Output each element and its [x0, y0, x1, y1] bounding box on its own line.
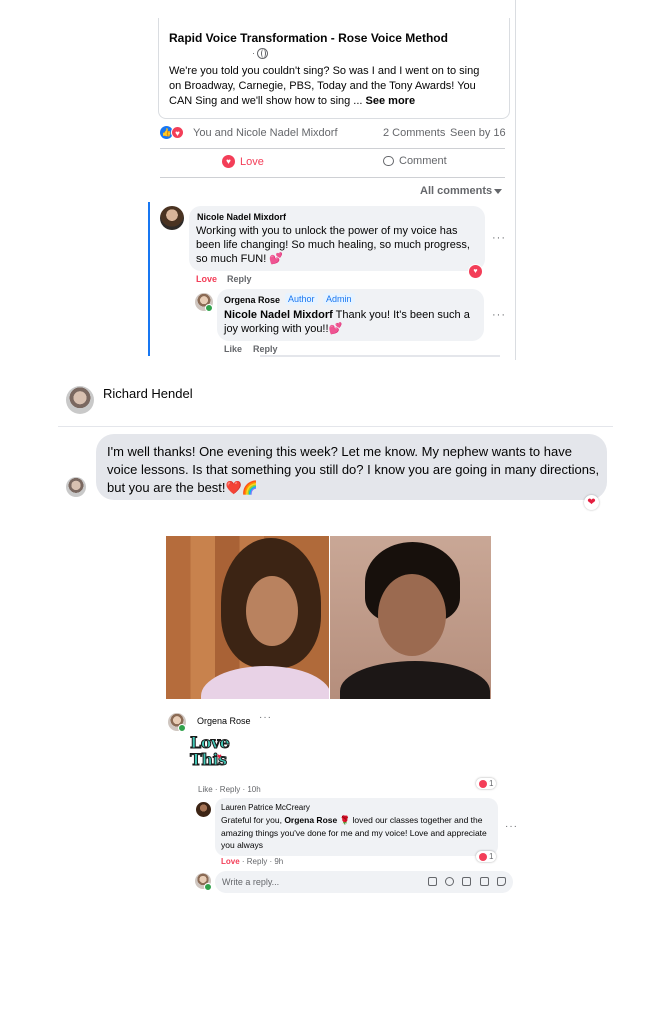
meta-separator: · — [252, 48, 255, 58]
cropped-reply-box — [260, 355, 500, 357]
thread-highlight-bar — [148, 202, 150, 356]
avatar — [66, 477, 86, 497]
love-button[interactable]: ♥ Love — [222, 155, 264, 168]
photo-shirt — [201, 666, 329, 699]
reply-author[interactable]: Orgena Rose — [224, 295, 280, 305]
post-title[interactable]: Rapid Voice Transformation - Rose Voice … — [169, 31, 448, 45]
avatar[interactable] — [196, 802, 211, 817]
divider — [160, 148, 505, 149]
reply-text: Grateful for you, Orgena Rose 🌹 loved ou… — [221, 815, 487, 850]
divider — [160, 177, 505, 178]
sticker-line-2: This — [190, 750, 228, 769]
comment-meta[interactable]: Like · Reply · 10h — [198, 785, 261, 794]
reply-author[interactable]: Lauren Patrice McCreary — [221, 803, 310, 812]
admin-badge: Admin — [323, 293, 355, 305]
reply-meta[interactable]: Love · Reply · 9h — [221, 857, 283, 866]
online-status-dot — [205, 304, 213, 312]
more-options-icon[interactable]: ··· — [492, 232, 506, 244]
more-options-icon[interactable]: ··· — [492, 309, 506, 321]
comment-button[interactable]: Comment — [383, 155, 447, 167]
seen-by[interactable]: Seen by 16 — [450, 127, 506, 139]
reaction-count[interactable]: 1 — [476, 851, 497, 862]
comments-count[interactable]: 2 Comments — [383, 127, 445, 139]
comment-text: Working with you to unlock the power of … — [196, 225, 470, 265]
online-status-dot — [178, 724, 186, 732]
message-text: I'm well thanks! One evening this week? … — [107, 444, 600, 495]
reply-like-link[interactable]: Like — [224, 344, 242, 354]
reply-reply-link[interactable]: Reply — [253, 344, 278, 354]
post-border — [515, 0, 516, 360]
photo-shirt — [340, 661, 490, 699]
gif-icon[interactable] — [480, 877, 489, 886]
globe-icon — [257, 48, 268, 59]
emoji-icon[interactable] — [445, 877, 454, 886]
love-button-label: Love — [240, 155, 264, 168]
camera-icon[interactable] — [462, 877, 471, 886]
reply-text: Nicole Nadel Mixdorf Thank you! It's bee… — [224, 309, 470, 335]
comment-button-label: Comment — [399, 155, 447, 167]
more-options-icon[interactable]: ··· — [505, 821, 518, 832]
sticker-icon[interactable] — [428, 877, 437, 886]
online-status-dot — [204, 883, 212, 891]
love-reaction-icon — [479, 779, 487, 788]
photo-face — [246, 576, 298, 646]
post-body: We're you told you couldn't sing? So was… — [169, 65, 480, 107]
heart-icon: ♥ — [222, 155, 235, 168]
mention-link[interactable]: Orgena Rose — [284, 815, 337, 825]
comment-author[interactable]: Nicole Nadel Mixdorf — [197, 212, 286, 222]
see-more-link[interactable]: See more — [366, 95, 416, 107]
heart-icon[interactable]: ♥ — [468, 264, 483, 279]
chevron-down-icon[interactable] — [494, 189, 502, 194]
avatar-sticker-icon[interactable] — [497, 877, 506, 886]
mention-link[interactable]: Nicole Nadel Mixdorf — [224, 309, 333, 321]
sticker-line-1: Love — [190, 733, 231, 752]
comment-icon — [383, 156, 394, 166]
reactions-summary[interactable]: You and Nicole Nadel Mixdorf — [193, 127, 338, 139]
love-reaction-icon — [479, 852, 487, 861]
photo-face — [378, 574, 446, 656]
photo-right[interactable] — [330, 536, 491, 699]
comment-love-link[interactable]: Love — [196, 274, 217, 284]
more-options-icon[interactable]: ··· — [259, 712, 272, 723]
avatar[interactable] — [66, 386, 94, 414]
comment-author[interactable]: Orgena Rose — [197, 716, 251, 726]
heart-icon: ♥ — [217, 752, 222, 761]
love-link[interactable]: Love — [221, 857, 240, 866]
divider — [58, 426, 613, 427]
avatar[interactable] — [160, 206, 184, 230]
reply-placeholder[interactable]: Write a reply... — [222, 877, 279, 887]
love-this-sticker: Love This — [190, 734, 240, 776]
contact-name[interactable]: Richard Hendel — [103, 386, 193, 401]
all-comments-filter[interactable]: All comments — [420, 185, 492, 197]
author-badge: Author — [285, 293, 318, 305]
heart-reaction-icon[interactable]: ❤ — [584, 495, 599, 510]
love-reaction-icon: ♥ — [171, 126, 184, 139]
reaction-count[interactable]: 1 — [476, 778, 497, 789]
comment-reply-link[interactable]: Reply — [227, 274, 252, 284]
photo-left[interactable] — [166, 536, 329, 699]
